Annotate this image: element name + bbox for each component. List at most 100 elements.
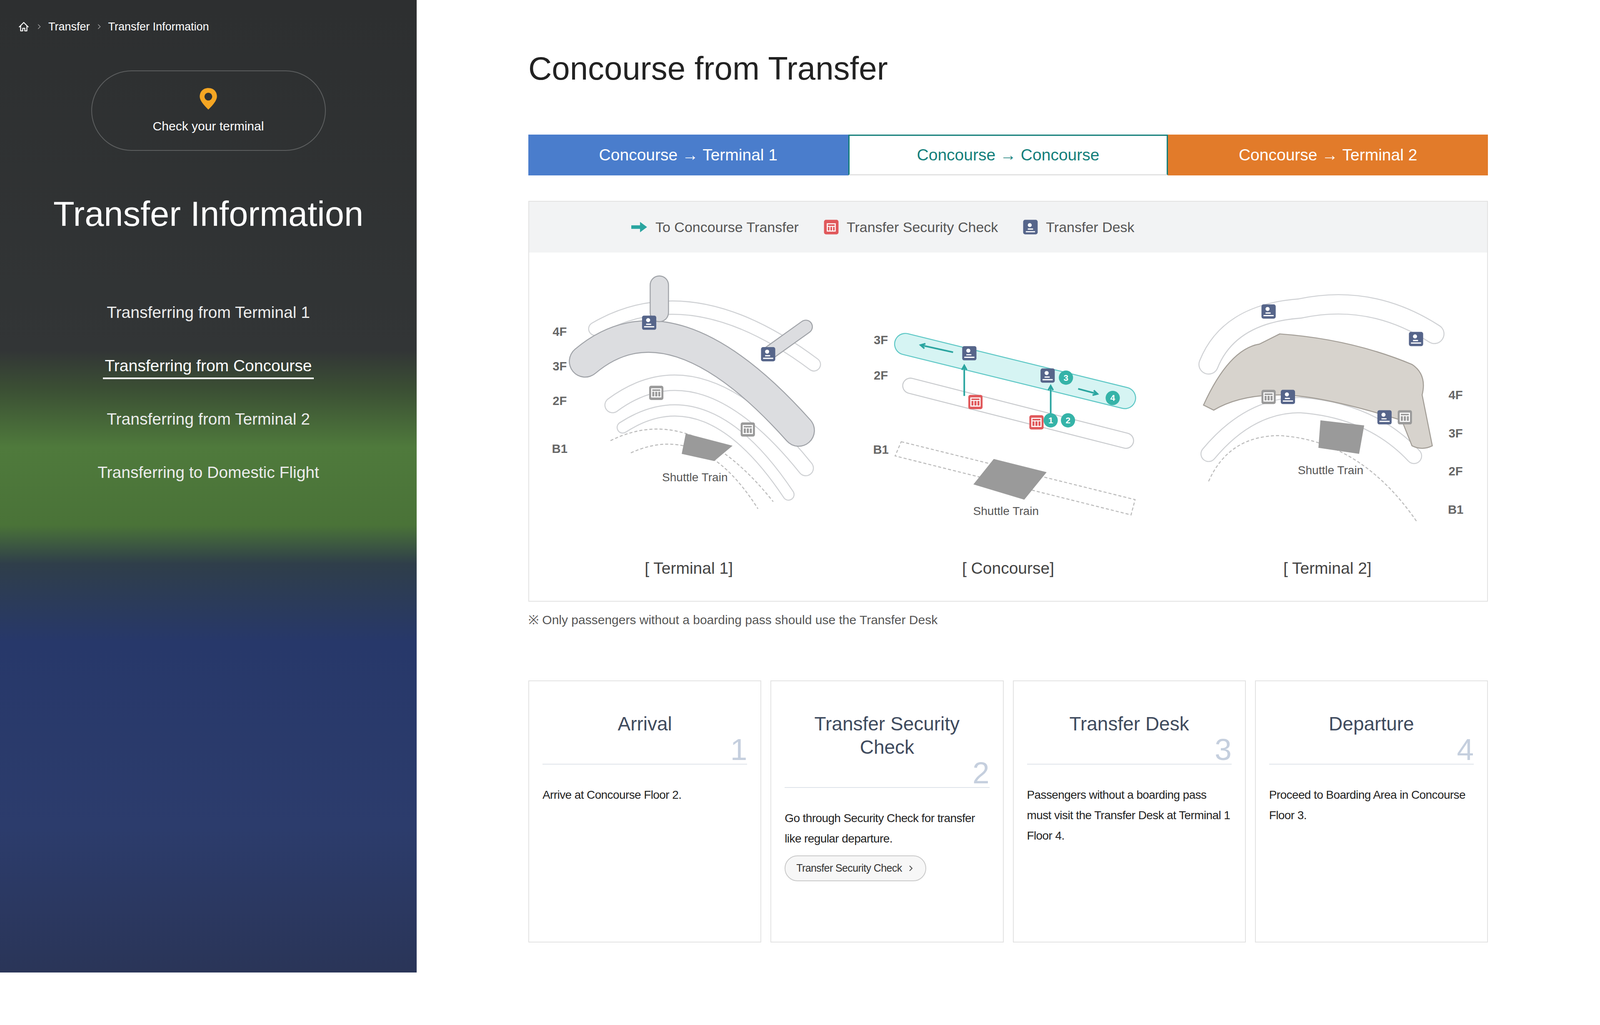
sidebar-item[interactable]: Transferring from Terminal 2 xyxy=(105,407,312,431)
shuttle-train xyxy=(1318,420,1365,455)
home-icon xyxy=(17,20,30,33)
tab[interactable]: Concourse → Terminal 2 xyxy=(1167,134,1488,176)
transfer-desk-icon xyxy=(1261,304,1276,319)
step-marker-dot xyxy=(1105,390,1120,405)
step-card: Departure4Proceed to Boarding Area in Co… xyxy=(1255,680,1488,943)
tab-label: Concourse → Concourse xyxy=(917,142,1100,168)
transfer-desk-icon xyxy=(760,347,775,362)
step-marker-dot xyxy=(1059,370,1074,385)
floor-label: 4F xyxy=(552,324,567,339)
tab[interactable]: Concourse → Concourse xyxy=(848,134,1169,176)
shuttle-label: Shuttle Train xyxy=(973,504,1039,518)
legend-item: Transfer Desk xyxy=(1022,216,1135,238)
arrow-icon xyxy=(630,220,648,235)
terminal-map: 3F2FB1Shuttle Train1234 xyxy=(848,252,1168,548)
sidebar-item[interactable]: Transferring to Domestic Flight xyxy=(95,460,321,485)
step-title: Departure xyxy=(1269,712,1474,736)
security-check-icon xyxy=(823,219,840,235)
note: ※ Only passengers without a boarding pas… xyxy=(528,612,1488,628)
legend: To Concourse Transfer Transfer Security C… xyxy=(529,201,1488,253)
shuttle-label: Shuttle Train xyxy=(1297,463,1363,477)
sidebar-item-label: Transferring from Terminal 2 xyxy=(106,410,310,428)
map-caption: [ Terminal 2] xyxy=(1167,558,1488,601)
security-check-icon xyxy=(968,395,983,410)
floor-label: 3F xyxy=(873,332,888,347)
legend-label: Transfer Security Check xyxy=(846,216,998,238)
step-number: 3 xyxy=(1027,735,1232,764)
floor-label: 3F xyxy=(552,359,567,373)
transfer-desk-icon xyxy=(1408,331,1423,346)
breadcrumb-item[interactable]: Transfer xyxy=(48,16,90,37)
sidebar-item[interactable]: Transferring from Concourse xyxy=(102,354,314,380)
tab[interactable]: Concourse → Terminal 1 xyxy=(528,134,849,176)
sidebar-menu: Transferring from Terminal 1 Transferring… xyxy=(0,300,417,485)
step-marker-number: 3 xyxy=(1063,372,1069,383)
map-caption: [ Concourse] xyxy=(848,558,1168,601)
route-arrow-icon xyxy=(920,343,954,353)
step-title: Arrival xyxy=(542,712,748,736)
floor-2f xyxy=(1208,405,1414,456)
step-title: Transfer Desk xyxy=(1027,712,1232,736)
step-marker-number: 1 xyxy=(1048,415,1054,425)
step-card: Transfer Desk3Passengers without a board… xyxy=(1012,680,1246,943)
legend-item: To Concourse Transfer xyxy=(630,216,799,238)
shuttle-train xyxy=(973,459,1048,500)
floor-b1 xyxy=(610,429,773,509)
map-row: 4F3F2FB1Shuttle Train[ Terminal 1]3F2FB1… xyxy=(529,252,1488,601)
floor-3f xyxy=(905,344,1125,398)
tab-label: Concourse → Terminal 2 xyxy=(1238,142,1418,168)
step-marker-dot xyxy=(1043,413,1058,428)
security-check-button[interactable]: Transfer Security Check xyxy=(784,855,926,882)
step-text: Go through Security Check for transfer l… xyxy=(784,807,990,849)
map-panel: 4F3F2FB1Shuttle Train[ Terminal 1] xyxy=(529,252,849,601)
transfer-desk-icon xyxy=(962,346,977,361)
floor-b1 xyxy=(895,441,1136,515)
terminal-map: 4F3F2FB1Shuttle Train xyxy=(529,252,849,548)
transfer-desk-icon xyxy=(1280,390,1295,405)
floor-b1 xyxy=(1208,435,1417,522)
floor-label: B1 xyxy=(873,442,889,457)
step-marker: 2 xyxy=(1060,413,1075,428)
sidebar-item-label: Transferring to Domestic Flight xyxy=(97,463,320,482)
terminal-map: 4F3F2FB1Shuttle Train xyxy=(1167,252,1488,548)
main-content: Concourse from TransferConcourse → Termi… xyxy=(416,0,1488,973)
step-marker-dot xyxy=(1060,413,1075,428)
sidebar-item[interactable]: Transferring from Terminal 1 xyxy=(105,300,312,325)
floor-label: B1 xyxy=(1447,502,1464,517)
step-marker: 1 xyxy=(1043,413,1058,428)
tab-fill: Concourse → Terminal 2 xyxy=(1169,135,1487,175)
route-arrow-icon xyxy=(1048,385,1054,417)
step-header: Transfer Security Check2 xyxy=(784,681,990,788)
sidebar: Transfer Transfer Information Check your t… xyxy=(0,0,417,973)
step-marker: 3 xyxy=(1059,370,1074,385)
pier xyxy=(770,326,806,353)
floor-4f xyxy=(1203,333,1433,449)
step-text: Arrive at Concourse Floor 2. xyxy=(542,784,748,805)
legend-label: To Concourse Transfer xyxy=(655,216,799,238)
floor-label: 2F xyxy=(552,393,567,408)
breadcrumb-item[interactable]: Transfer Information xyxy=(108,16,210,37)
transfer-map: To Concourse Transfer Transfer Security C… xyxy=(528,200,1488,602)
step-number: 4 xyxy=(1269,735,1474,764)
security-check-icon xyxy=(1029,415,1044,430)
check-terminal-label: Check your terminal xyxy=(152,116,265,136)
route-arrow-icon xyxy=(1078,388,1098,395)
step-header: Transfer Desk3 xyxy=(1027,681,1232,765)
step-card: Arrival1 Arrive at Concourse Floor 2. xyxy=(528,680,762,943)
map-caption: [ Terminal 1] xyxy=(529,558,849,601)
pier xyxy=(650,275,669,322)
floor-3f xyxy=(585,336,799,431)
step-number: 1 xyxy=(542,735,748,764)
transfer-desk-icon xyxy=(642,315,657,330)
step-header: Arrival1 xyxy=(542,681,748,765)
page: Transfer Transfer Information Check your t… xyxy=(0,0,1600,973)
security-check-icon xyxy=(1397,410,1412,425)
security-check-icon xyxy=(740,422,755,437)
legend-item: Transfer Security Check xyxy=(823,216,998,238)
step-number: 2 xyxy=(784,758,990,788)
floor-label: B1 xyxy=(552,441,568,456)
check-terminal-button[interactable]: Check your terminal xyxy=(91,70,326,151)
tab-fill: Concourse → Terminal 1 xyxy=(529,135,848,175)
step-marker: 4 xyxy=(1105,390,1120,405)
sidebar-title: Transfer Information xyxy=(0,193,417,235)
